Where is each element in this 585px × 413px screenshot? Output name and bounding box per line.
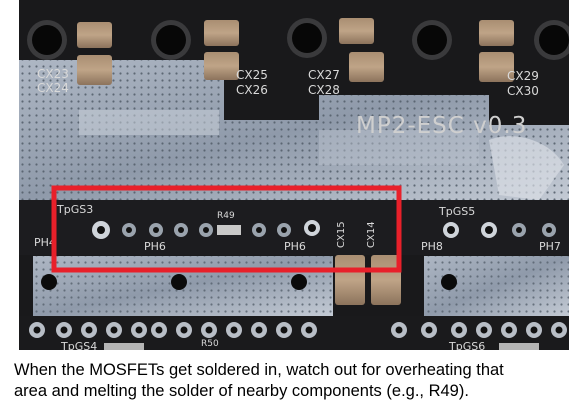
- silk-label: CX28: [308, 83, 340, 97]
- silk-label: CX26: [236, 83, 268, 97]
- silk-label: PH6: [144, 240, 166, 253]
- silk-label: TpGS6: [448, 340, 485, 350]
- pcb-photo: CX23 CX24 CX25 CX26 CX27 CX28 CX29 CX30 …: [19, 0, 569, 350]
- caption-line-2: area and melting the solder of nearby co…: [14, 382, 469, 400]
- silk-label: PH8: [421, 240, 443, 253]
- silk-label: CX24: [37, 81, 69, 95]
- silk-label: TpGS5: [438, 205, 475, 218]
- silk-label: CX27: [308, 68, 340, 82]
- lower-copper-pads: [33, 256, 569, 316]
- silk-label: CX23: [37, 67, 69, 81]
- silk-label: CX15: [336, 221, 347, 248]
- silk-label: CX14: [366, 221, 377, 248]
- silk-label: R50: [201, 339, 219, 349]
- caption: When the MOSFETs get soldered in, watch …: [14, 360, 574, 402]
- pcb-image: CX23 CX24 CX25 CX26 CX27 CX28 CX29 CX30 …: [19, 0, 569, 350]
- silk-label: CX29: [507, 69, 539, 83]
- silk-label: TpGS3: [56, 203, 93, 216]
- silk-label: CX25: [236, 68, 268, 82]
- silk-label: PH6: [284, 240, 306, 253]
- silk-label: R49: [217, 211, 235, 221]
- board-label: MP2-ESC v0.3: [356, 113, 527, 139]
- silk-label: TpGS4: [60, 340, 97, 350]
- silk-label: PH7: [539, 240, 561, 253]
- silk-label: CX30: [507, 84, 539, 98]
- caption-line-1: When the MOSFETs get soldered in, watch …: [14, 361, 504, 379]
